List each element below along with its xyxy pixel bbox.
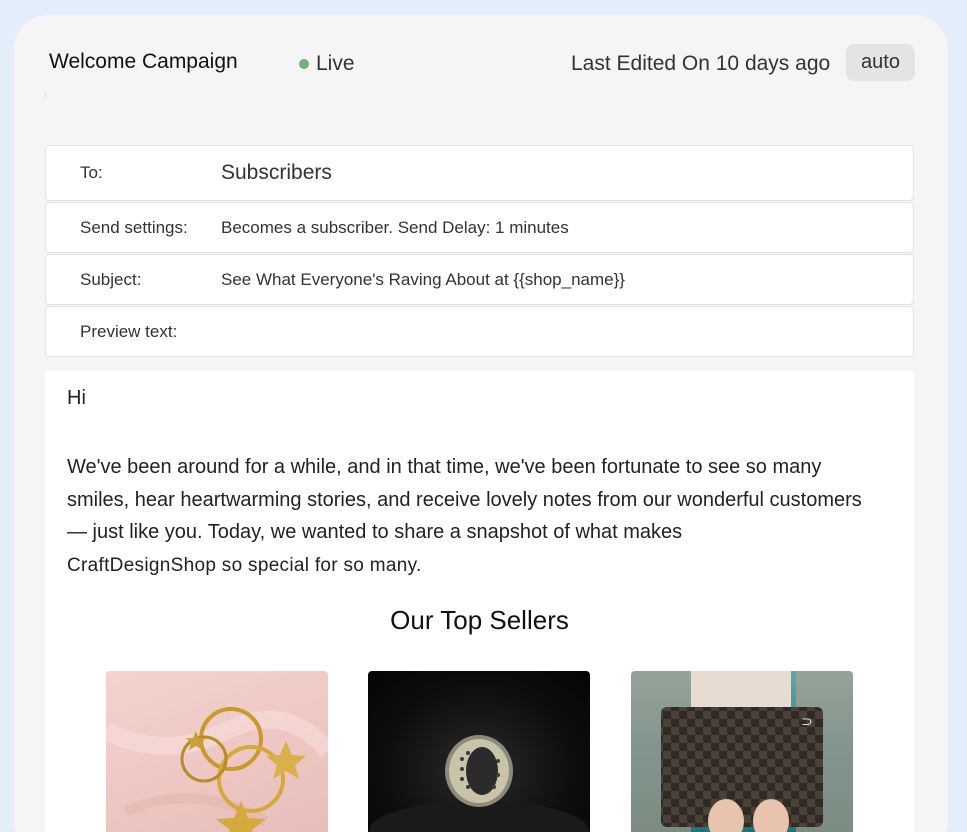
- last-edited-text: Last Edited On 10 days ago: [571, 52, 831, 75]
- email-paragraph: We've been around for a while, and in th…: [67, 451, 887, 582]
- send-settings-value[interactable]: Becomes a subscriber. Send Delay: 1 minu…: [221, 218, 569, 238]
- campaign-title: Welcome Campaign: [49, 50, 238, 73]
- to-value[interactable]: Subscribers: [221, 161, 332, 185]
- shop-name: CraftDesignShop: [67, 554, 217, 576]
- send-settings-label: Send settings:: [80, 217, 188, 237]
- subject-value[interactable]: See What Everyone's Raving About at {{sh…: [221, 270, 625, 290]
- subject-row[interactable]: Subject: See What Everyone's Raving Abou…: [45, 254, 914, 305]
- preview-text-row[interactable]: Preview text:: [45, 306, 914, 357]
- email-preview: Hi We've been around for a while, and in…: [45, 371, 914, 832]
- email-paragraph-end: so special for so many.: [216, 554, 422, 576]
- email-greeting: Hi: [67, 387, 86, 409]
- preview-text-label: Preview text:: [80, 321, 178, 341]
- status-indicator: Live: [299, 52, 355, 76]
- email-paragraph-text: We've been around for a while, and in th…: [67, 456, 862, 543]
- status-label: Live: [316, 52, 355, 75]
- ring-image: [369, 735, 589, 832]
- to-field-row[interactable]: To: Subscribers: [45, 145, 914, 201]
- divider: [45, 92, 46, 98]
- product-image-ring[interactable]: [368, 671, 590, 832]
- subject-label: Subject:: [80, 269, 142, 289]
- earrings-image: [106, 707, 328, 832]
- top-sellers-heading: Our Top Sellers: [390, 605, 569, 635]
- svg-text:⊃: ⊃: [801, 714, 813, 730]
- send-settings-row[interactable]: Send settings: Becomes a subscriber. Sen…: [45, 202, 914, 253]
- clutch-image: ⊃: [631, 671, 853, 832]
- product-image-clutch[interactable]: ⊃: [631, 671, 853, 832]
- live-dot-icon: [299, 59, 309, 69]
- to-label: To:: [80, 163, 103, 182]
- auto-badge[interactable]: auto: [846, 44, 915, 81]
- campaign-card: Welcome Campaign Live Last Edited On 10 …: [14, 15, 948, 832]
- product-image-earrings[interactable]: [106, 671, 328, 832]
